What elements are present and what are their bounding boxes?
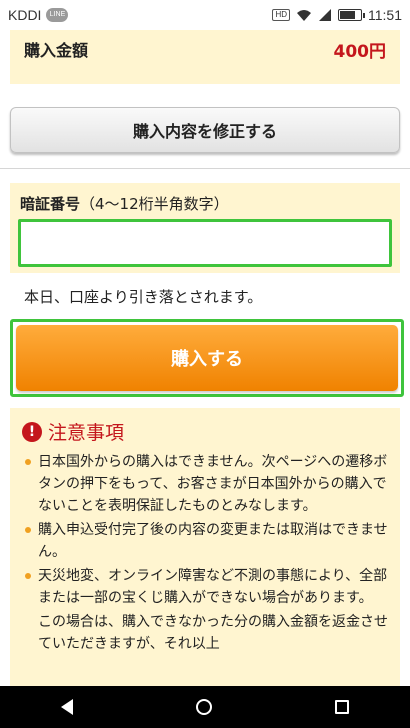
status-bar: KDDI LINE HD 11:51 bbox=[0, 0, 410, 30]
signal-icon bbox=[319, 9, 331, 21]
pin-label: 暗証番号 bbox=[20, 195, 81, 213]
caution-item: 日本国外からの購入はできません。次ページへの遷移ボタンの押下をもって、お客さまが… bbox=[22, 451, 388, 517]
modify-purchase-button[interactable]: 購入内容を修正する bbox=[10, 107, 400, 153]
battery-icon bbox=[338, 9, 365, 21]
back-icon[interactable] bbox=[61, 699, 74, 715]
navigation-bar bbox=[0, 686, 410, 728]
caution-item: 購入申込受付完了後の内容の変更または取消はできません。 bbox=[22, 519, 388, 563]
debit-notice: 本日、口座より引き落とされます。 bbox=[24, 288, 263, 306]
home-icon[interactable] bbox=[195, 699, 212, 715]
recent-apps-icon[interactable] bbox=[334, 700, 349, 714]
status-indicators: HD 11:51 bbox=[272, 7, 402, 23]
pin-title: 暗証番号（4～12桁半角数字） bbox=[20, 193, 390, 214]
pin-input[interactable] bbox=[18, 219, 392, 267]
caution-title: 注意事項 bbox=[48, 422, 125, 444]
hd-badge: HD bbox=[272, 9, 290, 21]
caution-panel: ! 注意事項 日本国外からの購入はできません。次ページへの遷移ボタンの押下をもっ… bbox=[10, 408, 400, 686]
section-divider bbox=[0, 168, 410, 169]
line-badge-icon: LINE bbox=[46, 8, 69, 22]
amount-value: 400円 bbox=[333, 41, 387, 62]
caution-list: 日本国外からの購入はできません。次ページへの遷移ボタンの押下をもって、お客さまが… bbox=[22, 451, 388, 609]
carrier-name: KDDI bbox=[8, 7, 42, 23]
pin-panel: 暗証番号（4～12桁半角数字） bbox=[10, 183, 400, 273]
caution-heading: ! 注意事項 bbox=[22, 418, 388, 445]
page-content: 購入金額 400円 購入内容を修正する 暗証番号（4～12桁半角数字） 本日、口… bbox=[0, 30, 410, 686]
buy-button-highlight: 購入する bbox=[10, 319, 404, 397]
caution-extra-text: この場合は、購入できなかった分の購入金額を返金させていただきますが、それ以上 bbox=[38, 614, 388, 652]
amount-label: 購入金額 bbox=[24, 41, 89, 60]
purchase-amount-panel: 購入金額 400円 bbox=[10, 30, 400, 84]
wifi-icon bbox=[297, 10, 311, 21]
caution-item: 天災地変、オンライン障害など不測の事態により、全部または一部の宝くじ購入ができな… bbox=[22, 565, 388, 609]
warning-icon: ! bbox=[22, 421, 42, 442]
pin-hint: （4～12桁半角数字） bbox=[80, 195, 229, 213]
status-time: 11:51 bbox=[368, 7, 402, 23]
buy-button[interactable]: 購入する bbox=[16, 325, 398, 391]
